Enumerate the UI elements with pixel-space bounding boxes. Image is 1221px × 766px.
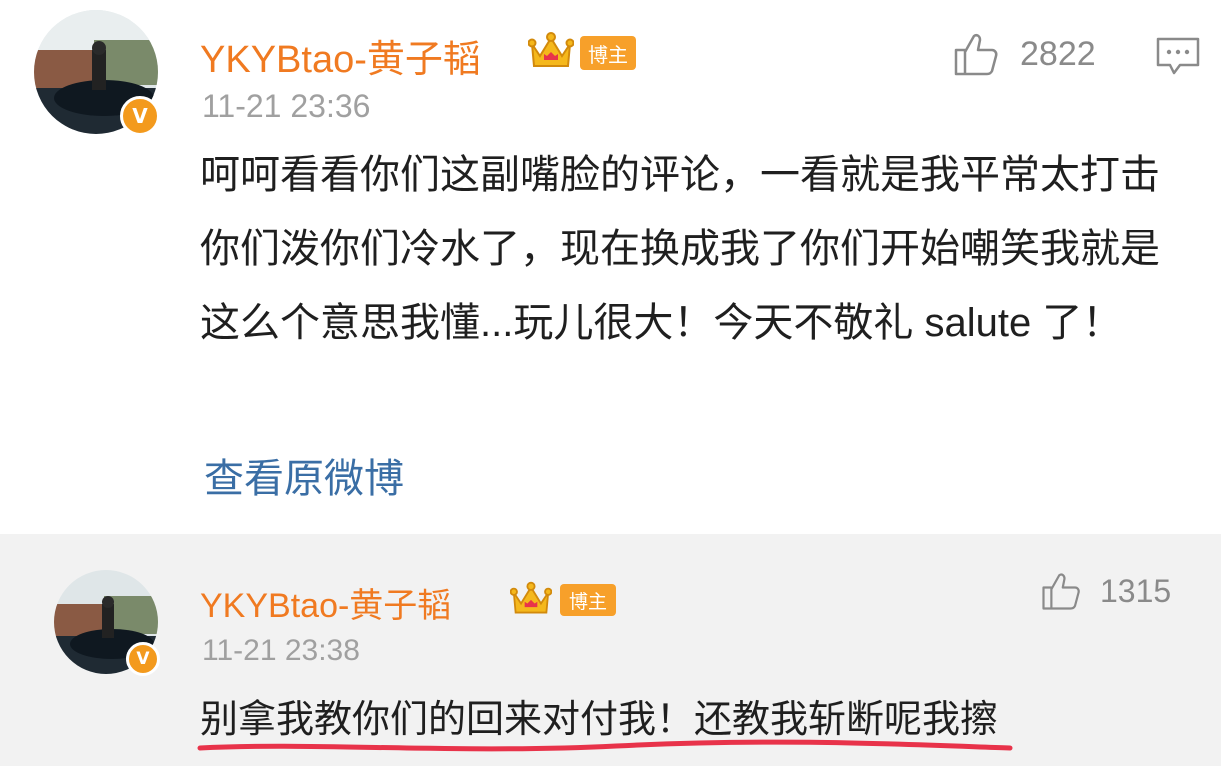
crown-icon xyxy=(510,581,552,614)
like-count: 2822 xyxy=(1020,34,1096,73)
comment-item: V YKYBtao-黄子韬 博主 11-21 23:36 2822 呵呵看看你们… xyxy=(0,0,1221,534)
thumbs-up-icon xyxy=(1042,573,1080,610)
username[interactable]: YKYBtao-黄子韬 xyxy=(200,28,481,83)
reply-icon[interactable] xyxy=(1155,36,1201,76)
username[interactable]: YKYBtao-黄子韬 xyxy=(200,578,451,627)
red-underline-annotation xyxy=(197,739,1013,752)
thumbs-up-icon xyxy=(954,33,998,76)
blogger-tag: 博主 xyxy=(580,36,636,70)
like-button[interactable]: 1315 xyxy=(1040,570,1171,612)
avatar[interactable]: V xyxy=(54,570,160,676)
comment-text: 呵呵看看你们这副嘴脸的评论，一看就是我平常太打击你们泼你们冷水了，现在换成我了你… xyxy=(200,153,1160,345)
timestamp: 11-21 23:36 xyxy=(202,88,371,124)
avatar[interactable]: V xyxy=(34,10,160,136)
reply-item: V YKYBtao-黄子韬 博主 11-21 23:38 1315 别拿我教你们… xyxy=(0,534,1221,766)
like-button[interactable]: 2822 xyxy=(952,30,1096,78)
timestamp: 11-21 23:38 xyxy=(202,634,360,667)
view-original-link[interactable]: 查看原微博 xyxy=(204,446,404,504)
like-count: 1315 xyxy=(1100,572,1172,609)
blogger-tag: 博主 xyxy=(560,584,616,616)
verified-badge-icon: V xyxy=(126,642,160,676)
verified-badge-icon: V xyxy=(120,96,160,136)
crown-icon xyxy=(528,32,574,67)
